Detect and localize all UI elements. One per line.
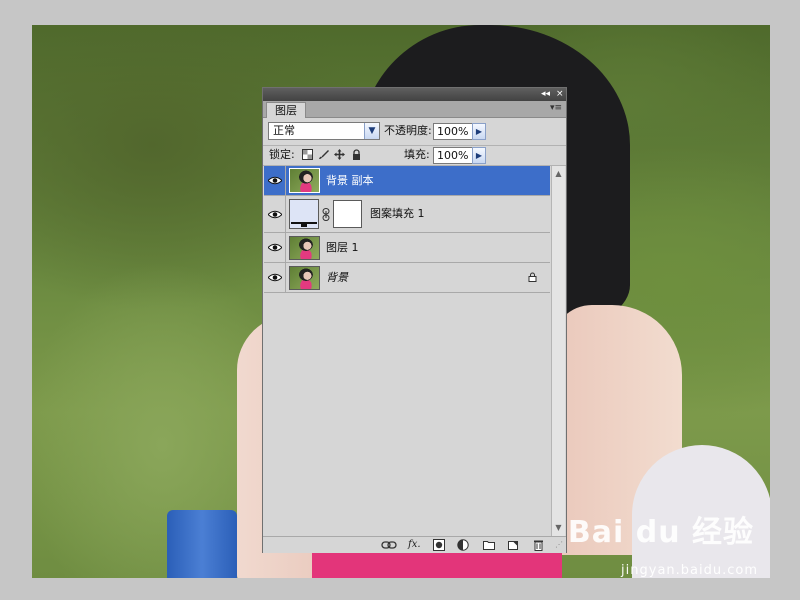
blend-mode-select[interactable]: 正常 ▼ <box>268 122 380 140</box>
visibility-toggle[interactable] <box>264 166 286 195</box>
layer-name[interactable]: 图层 1 <box>326 241 359 255</box>
eye-icon[interactable] <box>268 273 282 282</box>
layers-panel: ◂◂ × 图层 ▾≡ 正常 ▼ 不透明度: 100% ▶ 锁定: 填充: 100… <box>262 87 567 553</box>
folder-icon[interactable] <box>483 539 495 551</box>
fill-input[interactable]: 100% <box>433 147 473 164</box>
visibility-toggle[interactable] <box>264 263 286 292</box>
blend-opacity-row: 正常 ▼ 不透明度: 100% ▶ <box>263 120 566 144</box>
layers-scrollbar[interactable]: ▲ ▼ <box>551 166 565 538</box>
panel-titlebar[interactable]: ◂◂ × <box>263 88 566 101</box>
layer-row-background-copy[interactable]: 背景 副本 <box>264 166 550 196</box>
chevron-down-icon[interactable]: ▼ <box>364 123 379 139</box>
baidu-watermark-url: jingyan.baidu.com <box>621 563 758 578</box>
layer-row-layer-1[interactable]: 图层 1 <box>264 233 550 263</box>
layer-thumbnail[interactable] <box>289 236 320 260</box>
lock-transparent-pixels-icon[interactable] <box>302 149 313 160</box>
pattern-fill-thumbnail-icon[interactable] <box>289 199 319 229</box>
fx-icon[interactable]: fx. <box>408 539 421 551</box>
eye-icon[interactable] <box>268 176 282 185</box>
tab-layers[interactable]: 图层 <box>266 102 306 118</box>
layer-row-background[interactable]: 背景 <box>264 263 550 293</box>
eye-icon[interactable] <box>268 210 282 219</box>
lock-icon <box>528 272 537 282</box>
scroll-up-icon[interactable]: ▲ <box>553 168 564 179</box>
opacity-label: 不透明度: <box>384 124 432 137</box>
baidu-watermark-logo: Bai du 经验 <box>567 515 754 550</box>
layer-thumbnail[interactable] <box>289 168 320 193</box>
opacity-slider-button[interactable]: ▶ <box>472 123 486 140</box>
lock-all-icon[interactable] <box>351 149 362 160</box>
close-panel-icon[interactable]: × <box>556 88 564 101</box>
blend-mode-value: 正常 <box>273 124 295 137</box>
lock-image-pixels-icon[interactable] <box>318 149 329 160</box>
photo-can <box>167 510 237 578</box>
adjustment-layer-icon[interactable] <box>457 539 469 551</box>
eye-icon[interactable] <box>268 243 282 252</box>
lock-label: 锁定: <box>269 148 295 161</box>
trash-icon[interactable] <box>533 539 544 551</box>
visibility-toggle[interactable] <box>264 233 286 262</box>
add-mask-icon[interactable] <box>433 539 445 551</box>
layer-row-pattern-fill[interactable]: 图案填充 1 <box>264 196 550 233</box>
link-layers-icon[interactable] <box>381 539 397 551</box>
collapse-panel-icon[interactable]: ◂◂ <box>541 88 550 101</box>
layers-bottom-toolbar: fx. ⋰ <box>263 536 566 553</box>
panel-menu-icon[interactable]: ▾≡ <box>550 103 562 113</box>
layer-name[interactable]: 背景 <box>326 271 348 285</box>
layer-mask-thumbnail[interactable] <box>333 200 362 228</box>
panel-tab-row: 图层 ▾≡ <box>263 101 566 118</box>
fill-slider-button[interactable]: ▶ <box>472 147 486 164</box>
layer-name[interactable]: 图案填充 1 <box>370 207 425 221</box>
new-layer-icon[interactable] <box>507 539 519 551</box>
layers-list: 背景 副本 图案填充 1 图层 1 背景 <box>264 166 550 538</box>
layer-thumbnail[interactable] <box>289 266 320 290</box>
layer-name[interactable]: 背景 副本 <box>326 174 374 188</box>
fill-label: 填充: <box>404 148 430 161</box>
resize-grip-icon[interactable]: ⋰ <box>555 539 563 551</box>
link-icon[interactable] <box>322 208 330 221</box>
scroll-down-icon[interactable]: ▼ <box>553 522 564 533</box>
opacity-input[interactable]: 100% <box>433 123 473 140</box>
visibility-toggle[interactable] <box>264 196 286 232</box>
lock-position-icon[interactable] <box>334 149 345 160</box>
